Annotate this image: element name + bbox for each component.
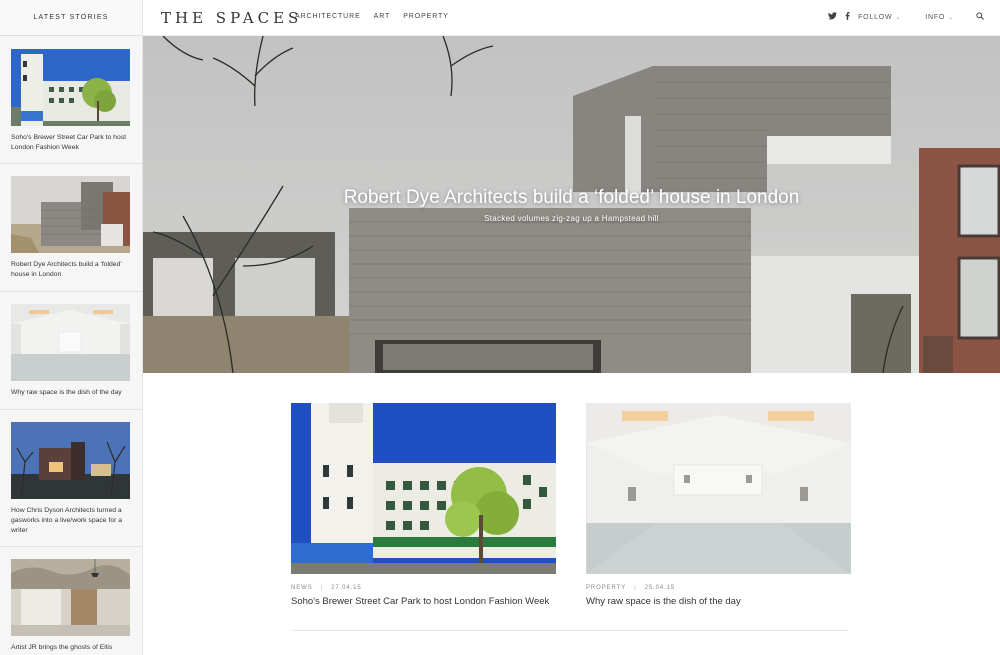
search-icon[interactable]: [976, 12, 984, 22]
story-thumbnail[interactable]: [11, 559, 130, 636]
card-category[interactable]: NEWS: [291, 585, 313, 591]
sidebar-story[interactable]: Why raw space is the dish of the day: [0, 292, 142, 410]
hero-title[interactable]: Robert Dye Architects build a ‘folded’ h…: [143, 187, 1000, 209]
card-title[interactable]: Soho's Brewer Street Car Park to host Lo…: [291, 596, 556, 607]
card-image[interactable]: [586, 403, 851, 574]
story-thumbnail[interactable]: [11, 49, 130, 126]
nav-item-property[interactable]: PROPERTY: [403, 13, 449, 20]
nav-item-art[interactable]: ART: [374, 13, 391, 20]
article-card[interactable]: PROPERTY | 25.04.15 Why raw space is the d…: [586, 403, 851, 607]
facebook-icon[interactable]: [845, 11, 850, 22]
follow-label: FOLLOW: [858, 13, 893, 21]
utility-nav: FOLLOW ⌄ INFO ⌄: [828, 11, 984, 22]
main-nav: ARCHITECTURE ART PROPERTY: [295, 13, 449, 20]
story-caption[interactable]: Why raw space is the dish of the day: [11, 388, 133, 398]
meta-separator: |: [320, 585, 324, 591]
chevron-down-icon: ⌄: [895, 14, 902, 21]
story-caption[interactable]: How Chris Dyson Architects turned a gasw…: [11, 506, 133, 536]
story-thumbnail[interactable]: [11, 422, 130, 499]
article-card[interactable]: NEWS | 27.04.15 Soho's Brewer Street Car P…: [291, 403, 556, 607]
sidebar-header: LATEST STORIES: [0, 0, 142, 36]
story-caption[interactable]: Robert Dye Architects build a 'folded' h…: [11, 260, 133, 280]
info-menu[interactable]: INFO ⌄: [925, 14, 954, 21]
site-logo[interactable]: THE SPACES: [161, 9, 302, 27]
story-caption[interactable]: Artist JR brings the ghosts of Ellis: [11, 643, 133, 653]
sidebar-story[interactable]: Robert Dye Architects build a 'folded' h…: [0, 164, 142, 292]
section-divider: [291, 630, 848, 631]
card-date: 27.04.15: [331, 585, 362, 591]
sidebar-story[interactable]: How Chris Dyson Architects turned a gasw…: [0, 410, 142, 547]
latest-stories-sidebar: LATEST STORIES Soho's Brewer Street Car …: [0, 0, 143, 655]
story-caption[interactable]: Soho's Brewer Street Car Park to host Lo…: [11, 133, 133, 153]
sidebar-story[interactable]: Soho's Brewer Street Car Park to host Lo…: [0, 37, 142, 164]
chevron-down-icon: ⌄: [948, 14, 954, 21]
follow-menu[interactable]: FOLLOW ⌄: [858, 14, 901, 21]
hero-feature[interactable]: Robert Dye Architects build a ‘folded’ h…: [143, 36, 1000, 373]
meta-separator: |: [634, 585, 637, 591]
story-thumbnail[interactable]: [11, 304, 130, 381]
top-navigation-bar: THE SPACES ARCHITECTURE ART PROPERTY FOL…: [143, 0, 1000, 36]
card-title[interactable]: Why raw space is the dish of the day: [586, 596, 851, 607]
card-image[interactable]: [291, 403, 556, 574]
card-date: 25.04.15: [644, 585, 676, 591]
card-category[interactable]: PROPERTY: [586, 585, 626, 591]
nav-item-architecture[interactable]: ARCHITECTURE: [295, 13, 361, 20]
card-meta: NEWS | 27.04.15: [291, 585, 556, 591]
twitter-icon[interactable]: [828, 12, 838, 22]
sidebar-story[interactable]: Artist JR brings the ghosts of Ellis: [0, 547, 142, 655]
card-meta: PROPERTY | 25.04.15: [586, 585, 851, 591]
info-label: INFO: [925, 13, 946, 21]
hero-subtitle: Stacked volumes zig-zag up a Hampstead h…: [484, 214, 659, 223]
story-thumbnail[interactable]: [11, 176, 130, 253]
